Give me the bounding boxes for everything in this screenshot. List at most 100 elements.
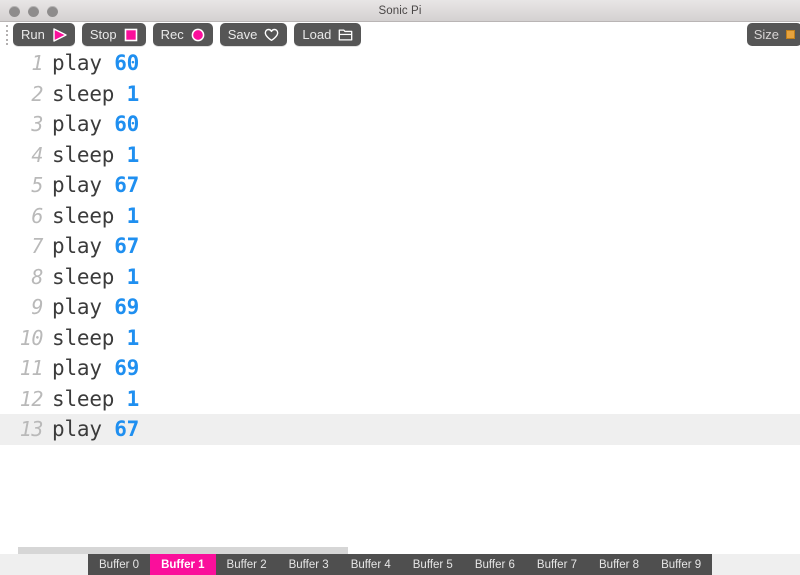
code-number: 60 [114,112,140,137]
code-line[interactable]: 12 sleep 1 [0,384,800,415]
toolbar: Run Stop Rec Save Load Size [0,22,800,48]
code-text: play 69 [52,356,139,380]
code-number: 67 [114,173,140,198]
line-number: 9 [31,295,43,320]
code-keyword: play [52,51,102,76]
code-keyword: play [52,173,102,198]
line-number: 8 [31,264,43,289]
buffer-tab-2[interactable]: Buffer 2 [216,554,278,575]
line-number: 12 [19,386,44,411]
line-number: 5 [31,173,43,198]
code-text: sleep 1 [52,326,139,350]
title-bar: Sonic Pi [0,0,800,22]
line-number: 6 [31,203,43,228]
code-keyword: play [52,112,102,137]
close-button[interactable] [9,5,20,17]
save-button[interactable]: Save [219,23,288,46]
code-number: 1 [126,81,140,106]
toolbar-button-group: Run Stop Rec Save Load [13,23,362,46]
code-text: play 67 [52,234,139,258]
buffer-tab-1[interactable]: Buffer 1 [150,554,216,575]
size-button-label: Size [753,27,779,42]
stop-button-label: Stop [89,26,117,42]
code-number: 67 [114,234,140,259]
code-line[interactable]: 10 sleep 1 [0,323,800,354]
code-number: 1 [126,325,140,350]
code-editor[interactable]: 1 play 60 2 sleep 1 3 play 60 4 sleep 1 5 play 67… [0,48,800,535]
buffer-tab-3[interactable]: Buffer 3 [278,554,340,575]
line-number: 13 [19,417,44,442]
save-button-label: Save [227,26,258,42]
buffer-tab-4[interactable]: Buffer 4 [340,554,402,575]
code-number: 1 [126,203,140,228]
code-keyword: sleep [52,264,115,289]
run-button[interactable]: Run [13,23,75,46]
stop-button[interactable]: Stop [81,23,146,46]
buffer-tab-7[interactable]: Buffer 7 [526,554,588,575]
code-line[interactable]: 4 sleep 1 [0,140,800,171]
code-text: play 67 [52,417,139,441]
code-number: 1 [126,386,140,411]
code-line[interactable]: 13 play 67 [0,414,800,445]
code-number: 69 [114,295,140,320]
window-title: Sonic Pi [378,4,422,17]
buffer-tab-0[interactable]: Buffer 0 [88,554,150,575]
stop-square-icon [124,28,138,42]
code-line[interactable]: 5 play 67 [0,170,800,201]
load-button-label: Load [302,26,332,42]
code-keyword: play [52,234,102,259]
code-line[interactable]: 6 sleep 1 [0,201,800,232]
code-line[interactable]: 9 play 69 [0,292,800,323]
buffer-tabs: Buffer 0 Buffer 1 Buffer 2 Buffer 3 Buffer 4… [88,554,713,575]
line-number: 1 [31,51,43,76]
code-line[interactable]: 7 play 67 [0,231,800,262]
toolbar-drag-handle[interactable] [5,25,9,45]
rec-button[interactable]: Rec [152,23,213,46]
code-line[interactable]: 1 play 60 [0,48,800,79]
code-line[interactable]: 3 play 60 [0,109,800,140]
line-number: 2 [31,81,43,106]
line-number: 10 [19,325,44,350]
code-number: 67 [114,417,140,442]
buffer-tab-bar: Buffer 0 Buffer 1 Buffer 2 Buffer 3 Buffer 4… [0,554,800,575]
load-button[interactable]: Load [294,23,362,46]
code-keyword: sleep [52,386,115,411]
code-text: play 67 [52,173,139,197]
code-text: sleep 1 [52,143,139,167]
buffer-tab-6[interactable]: Buffer 6 [464,554,526,575]
record-circle-icon [191,28,205,42]
line-number: 3 [31,112,43,137]
code-text: sleep 1 [52,82,139,106]
code-text: sleep 1 [52,265,139,289]
code-number: 60 [114,51,140,76]
code-keyword: play [52,417,102,442]
size-swatch-icon [786,30,795,39]
maximize-button[interactable] [47,5,58,17]
line-number: 11 [19,356,44,381]
code-line[interactable]: 11 play 69 [0,353,800,384]
size-button[interactable]: Size [746,23,800,46]
window-controls [9,0,58,22]
line-number: 4 [31,142,43,167]
rec-button-label: Rec [160,26,184,42]
code-keyword: sleep [52,203,115,228]
line-number: 7 [31,234,43,259]
buffer-tab-5[interactable]: Buffer 5 [402,554,464,575]
code-text: sleep 1 [52,204,139,228]
code-line[interactable]: 2 sleep 1 [0,79,800,110]
minimize-button[interactable] [28,5,39,17]
code-number: 1 [126,264,140,289]
code-line[interactable]: 8 sleep 1 [0,262,800,293]
code-number: 1 [126,142,140,167]
buffer-tab-9[interactable]: Buffer 9 [650,554,712,575]
sonic-pi-window: Sonic Pi Run Stop Rec Save Load Size 1 p… [0,0,800,575]
code-keyword: sleep [52,325,115,350]
run-button-label: Run [21,26,45,42]
code-keyword: sleep [52,81,115,106]
buffer-tab-8[interactable]: Buffer 8 [588,554,650,575]
play-triangle-icon [52,27,67,42]
code-text: play 69 [52,295,139,319]
code-text: play 60 [52,112,139,136]
code-number: 69 [114,356,140,381]
heart-icon [264,28,279,42]
